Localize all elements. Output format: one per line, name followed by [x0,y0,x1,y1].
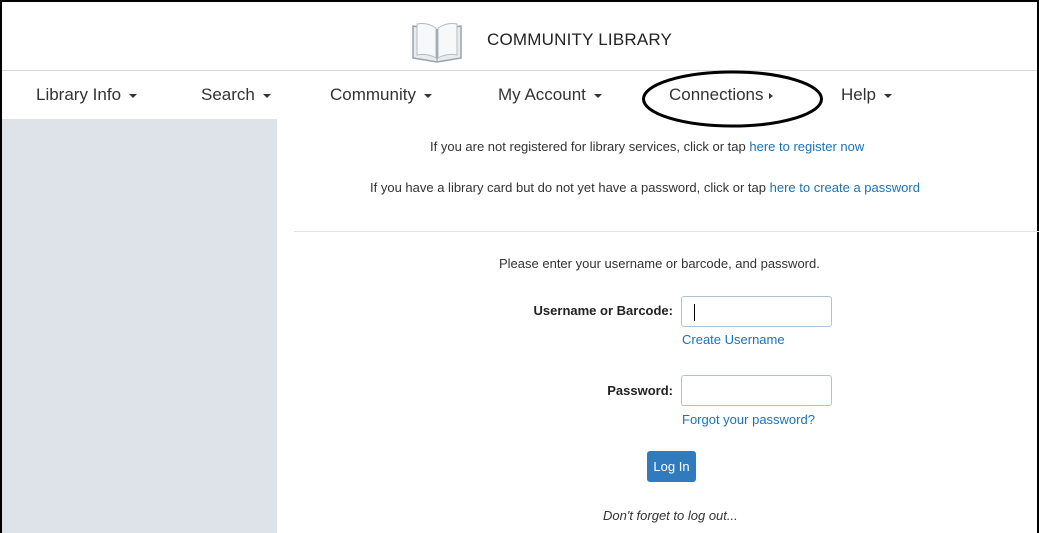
username-input[interactable] [681,296,832,327]
password-input[interactable] [681,375,832,406]
register-notice: If you are not registered for library se… [430,139,864,154]
nav-library-info[interactable]: Library Info [36,85,138,105]
caret-down-icon [423,93,432,98]
site-title: COMMUNITY LIBRARY [487,30,673,49]
caret-down-icon [129,93,138,98]
password-notice: If you have a library card but do not ye… [370,180,920,195]
main-nav: Library Info Search Community My Account… [2,71,1037,119]
nav-my-account-label: My Account [498,85,586,104]
nav-search-label: Search [201,85,255,104]
username-label: Username or Barcode: [533,303,673,318]
login-instructions: Please enter your username or barcode, a… [499,256,820,271]
create-password-link[interactable]: here to create a password [770,180,920,195]
site-header: COMMUNITY LIBRARY [2,2,1037,70]
caret-down-icon [593,93,602,98]
caret-down-icon [262,93,271,98]
open-book-icon [412,23,462,63]
nav-library-info-label: Library Info [36,85,122,104]
nav-connections-label: Connections [669,85,764,104]
caret-down-icon [883,93,892,98]
register-notice-text: If you are not registered for library se… [430,139,746,154]
logout-reminder: Don't forget to log out... [603,508,738,523]
nav-my-account[interactable]: My Account [498,85,602,105]
log-in-button[interactable]: Log In [647,451,696,482]
nav-community[interactable]: Community [330,85,432,105]
nav-community-label: Community [330,85,416,104]
password-notice-text: If you have a library card but do not ye… [370,180,766,195]
nav-help[interactable]: Help [841,85,892,105]
nav-connections[interactable]: Connections [669,85,773,105]
nav-search[interactable]: Search [201,85,271,105]
caret-right-icon [768,92,773,99]
forgot-password-link[interactable]: Forgot your password? [682,412,815,427]
content-divider [294,231,1039,232]
text-cursor [694,304,695,321]
password-label: Password: [607,383,673,398]
create-username-link[interactable]: Create Username [682,332,785,347]
register-link[interactable]: here to register now [749,139,864,154]
left-sidebar [2,119,277,533]
nav-help-label: Help [841,85,876,104]
